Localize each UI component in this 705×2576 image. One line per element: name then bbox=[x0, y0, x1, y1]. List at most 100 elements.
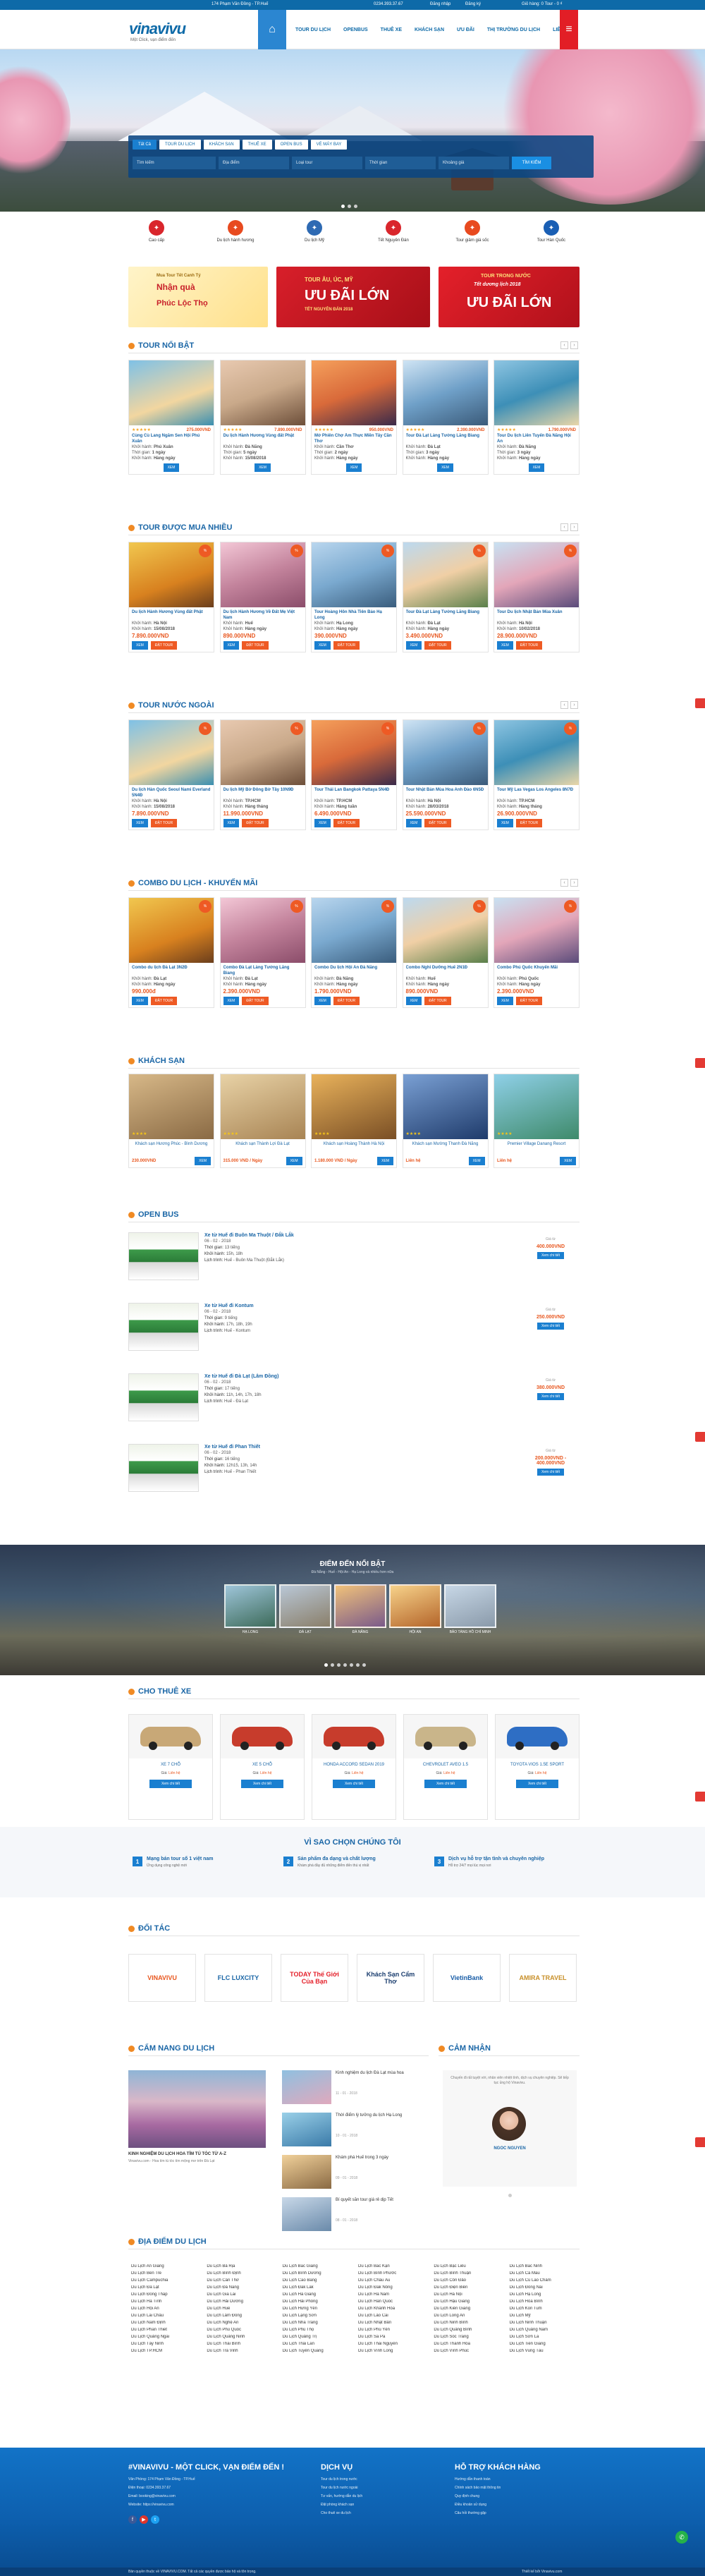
destination-link[interactable]: Du Lịch Bạc Liêu bbox=[434, 2264, 506, 2268]
featured-dest-card[interactable]: ĐÀ NẴNG bbox=[334, 1584, 386, 1634]
next-arrow-icon[interactable]: › bbox=[570, 341, 578, 349]
phone-call-icon[interactable]: ✆ bbox=[675, 2531, 688, 2544]
destination-link[interactable]: Du Lịch Nam Định bbox=[131, 2321, 204, 2325]
tour-detail-button[interactable]: XEM bbox=[314, 641, 331, 650]
tour-detail-button[interactable]: XEM bbox=[497, 641, 513, 650]
tour-title[interactable]: Tour Du lịch Liên Tuyến Đà Nẵng Hội An bbox=[497, 433, 576, 444]
tour-title[interactable]: Tour Du lịch Nhật Bản Mùa Xuân bbox=[497, 609, 576, 621]
tour-card[interactable]: % Combo Đà Lạt Làng Tưởng Lăng Biang Khởi … bbox=[219, 897, 306, 1008]
featured-dest-card[interactable]: HẠ LONG bbox=[224, 1584, 276, 1634]
news-item[interactable]: Bí quyết săn tour giá rẻ dịp Tết 08 - 01 … bbox=[282, 2197, 427, 2231]
hotel-name[interactable]: Khách sạn Thành Lợi Đà Lạt bbox=[223, 1141, 302, 1153]
tour-card[interactable]: ★★★★★ 1.790.000VND Tour Du lịch Liên Tuyến… bbox=[494, 360, 580, 475]
car-card[interactable]: CHEVROLET AVEO 1.5 Giá: Liên hệ Xem chi ti… bbox=[403, 1714, 488, 1820]
prev-arrow-icon[interactable]: ‹ bbox=[560, 879, 568, 887]
destination-link[interactable]: Du Lịch Bình Định bbox=[207, 2271, 279, 2276]
footer-phone[interactable]: Điện thoại: 0234.393.37.67 bbox=[128, 2484, 171, 2492]
hotel-detail-button[interactable]: XEM bbox=[560, 1157, 576, 1165]
news-title[interactable]: Khám phá Huế trong 3 ngày bbox=[336, 2155, 426, 2161]
bus-title[interactable]: Xe từ Huế đi Phan Thiết bbox=[204, 1444, 260, 1450]
destination-link[interactable]: Du Lịch Thái Nguyên bbox=[358, 2342, 431, 2346]
tour-card[interactable]: % Tour Thái Lan Bangkok Pattaya 5N4Đ Khởi … bbox=[311, 719, 397, 830]
hotel-detail-button[interactable]: XEM bbox=[286, 1157, 302, 1165]
category-item[interactable]: ✦ Du lịch Mỹ bbox=[286, 220, 343, 253]
car-image[interactable] bbox=[221, 1715, 304, 1758]
floating-side-tab[interactable] bbox=[695, 1432, 705, 1442]
destination-link[interactable]: Du Lịch Huế bbox=[207, 2307, 279, 2311]
footer-support-link[interactable]: Hướng dẫn thanh toán bbox=[455, 2476, 491, 2484]
destination-link[interactable]: Du Lịch Vĩnh Long bbox=[358, 2349, 431, 2353]
tour-detail-button[interactable]: XEM bbox=[437, 463, 453, 472]
car-name[interactable]: HONDA ACCORD SEDAN 2019 bbox=[312, 1763, 396, 1767]
bus-item[interactable]: Xe từ Huế đi Đà Lạt (Lâm Đồng) 06 - 02 - … bbox=[128, 1370, 580, 1426]
floating-side-tab[interactable] bbox=[695, 698, 705, 708]
tour-image[interactable] bbox=[312, 360, 396, 425]
destination-link[interactable]: Du Lịch Hưng Yên bbox=[283, 2307, 355, 2311]
hotel-image[interactable]: ★★★★ bbox=[403, 1074, 488, 1139]
destination-link[interactable]: Du Lịch Campuchia bbox=[131, 2278, 204, 2283]
featured-dest-card[interactable]: ĐÀ LẠT bbox=[279, 1584, 331, 1634]
destination-link[interactable]: Du Lịch Châu Âu bbox=[358, 2278, 431, 2283]
tour-detail-button[interactable]: XEM bbox=[255, 463, 271, 472]
footer-support-link[interactable]: Điều khoản sử dụng bbox=[455, 2501, 486, 2509]
tour-book-button[interactable]: ĐẶT TOUR bbox=[150, 641, 178, 650]
bus-title[interactable]: Xe từ Huế đi Đà Lạt (Lâm Đồng) bbox=[204, 1373, 278, 1380]
destination-link[interactable]: Du Lịch Bắc Ninh bbox=[510, 2264, 582, 2268]
destination-link[interactable]: Du Lịch Quảng Trị bbox=[283, 2335, 355, 2339]
tour-detail-button[interactable]: XEM bbox=[314, 997, 331, 1005]
destination-link[interactable]: Du Lịch Bắc Kạn bbox=[358, 2264, 431, 2268]
promo-banner-2[interactable]: TOUR ÂU, ÚC, MỸ ƯU ĐÃI LỚN TẾT NGUYÊN ĐÁ… bbox=[276, 267, 430, 327]
slider-dot[interactable] bbox=[502, 2194, 505, 2197]
tour-title[interactable]: Tour Mỹ Las Vegas Los Angeles 8N7Đ bbox=[497, 787, 576, 798]
floating-side-tab[interactable] bbox=[695, 1792, 705, 1802]
hotel-card[interactable]: ★★★★ Premier Village Danang Resort Liên hệ… bbox=[494, 1074, 580, 1168]
footer-service-link[interactable]: Tư vấn, hướng dẫn du lịch bbox=[321, 2493, 362, 2501]
tour-image[interactable]: % bbox=[312, 542, 396, 607]
footer-web[interactable]: Website: https://vinavivu.com bbox=[128, 2501, 174, 2509]
slider-dot[interactable] bbox=[324, 1663, 328, 1667]
destination-link[interactable]: Du Lịch Hạ Long bbox=[510, 2292, 582, 2297]
search-tab[interactable]: KHÁCH SẠN bbox=[203, 140, 240, 150]
car-name[interactable]: TOYOTA VIOS 1.5E SPORT bbox=[496, 1763, 579, 1767]
tour-book-button[interactable]: ĐẶT TOUR bbox=[424, 997, 451, 1005]
car-detail-button[interactable]: Xem chi tiết bbox=[149, 1780, 192, 1788]
tour-title[interactable]: Cùng Cù Lang Ngắm Sen Hội Phú Xuân bbox=[132, 433, 211, 444]
tour-card[interactable]: ★★★★★ 2.390.000VND Tour Đà Lạt Làng Tưởng … bbox=[402, 360, 489, 475]
destination-link[interactable]: Du Lịch Phú Quốc bbox=[207, 2328, 279, 2332]
floating-side-tab[interactable] bbox=[695, 1058, 705, 1068]
tour-card[interactable]: ★★★★★ 950.000VND Mở Phiên Chợ Ẩm Thực Miền… bbox=[311, 360, 397, 475]
destination-link[interactable]: Du Lịch Cù Lao Chàm bbox=[510, 2278, 582, 2283]
tour-title[interactable]: Du lịch Hàn Quốc Seoul Nami Everland 5N4… bbox=[132, 787, 211, 798]
tour-card[interactable]: % Tour Hoàng Hôn Nhà Tiên Bảo Hạ Long Khởi… bbox=[311, 542, 397, 652]
destination-link[interactable]: Du Lịch Tuyên Quang bbox=[283, 2349, 355, 2353]
tour-card[interactable]: % Combo Phú Quốc Khuyến Mãi Khởi hành: Phú… bbox=[494, 897, 580, 1008]
tour-image[interactable]: % bbox=[220, 898, 305, 963]
search-keyword-input[interactable]: Tìm kiếm bbox=[133, 157, 216, 169]
topbar-hotline[interactable]: 0234.393.37.67 bbox=[374, 2, 403, 6]
destination-link[interactable]: Du Lịch Đắk Nông bbox=[358, 2285, 431, 2290]
destination-link[interactable]: Du Lịch Sa Pa bbox=[358, 2335, 431, 2339]
login-link[interactable]: Đăng nhập bbox=[430, 2, 450, 6]
destination-link[interactable]: Du Lịch Đồng Nai bbox=[510, 2285, 582, 2290]
car-name[interactable]: XE 5 CHỖ bbox=[221, 1763, 304, 1767]
destination-link[interactable]: Du Lịch Bình Phước bbox=[358, 2271, 431, 2276]
destination-link[interactable]: Du Lịch Hà Tĩnh bbox=[131, 2299, 204, 2304]
hotel-card[interactable]: ★★★★ Khách sạn Mường Thanh Đà Nẵng Liên hệ… bbox=[402, 1074, 489, 1168]
destination-link[interactable]: Du Lịch Hà Nội bbox=[434, 2292, 506, 2297]
hotel-detail-button[interactable]: XEM bbox=[377, 1157, 393, 1165]
promo-banner-1[interactable]: Nhận quà Phúc Lộc Thọ Mua Tour Tết Canh … bbox=[128, 267, 268, 327]
slider-dot[interactable] bbox=[348, 205, 351, 208]
tour-book-button[interactable]: ĐẶT TOUR bbox=[242, 997, 269, 1005]
hotel-image[interactable]: ★★★★ bbox=[129, 1074, 214, 1139]
destination-link[interactable]: Du Lịch Hòa Bình bbox=[510, 2299, 582, 2304]
news-image[interactable] bbox=[282, 2070, 331, 2104]
car-card[interactable]: HONDA ACCORD SEDAN 2019 Giá: Liên hệ Xem c… bbox=[312, 1714, 396, 1820]
destination-link[interactable]: Du Lịch Hà Nam bbox=[358, 2292, 431, 2297]
partner-logo[interactable]: VINAVIVU bbox=[128, 1954, 196, 2002]
search-time-select[interactable]: Thời gian bbox=[365, 157, 436, 169]
search-location-select[interactable]: Địa điểm bbox=[219, 157, 289, 169]
destination-link[interactable]: Du Lịch Hậu Giang bbox=[434, 2299, 506, 2304]
news-featured[interactable]: KINH NGHIỆM DU LỊCH HOA TÍM TÚ TÓC TỪ A-… bbox=[128, 2070, 266, 2163]
destination-link[interactable]: Du Lịch Lào Cai bbox=[358, 2314, 431, 2318]
tour-card[interactable]: % Tour Đà Lạt Làng Tưởng Lăng Biang Khởi h… bbox=[402, 542, 489, 652]
